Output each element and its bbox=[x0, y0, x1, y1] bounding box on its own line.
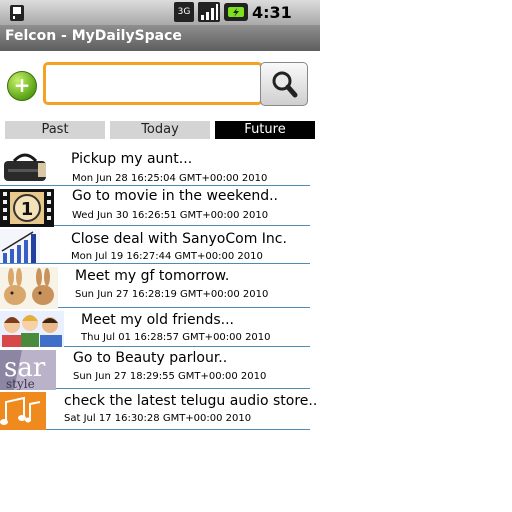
app-title: Felcon - MyDailySpace bbox=[5, 28, 182, 44]
search-input[interactable] bbox=[43, 62, 263, 105]
list-item[interactable]: Pickup my aunt... Mon Jun 28 16:25:04 GM… bbox=[0, 146, 310, 186]
item-title: Meet my old friends... bbox=[81, 312, 235, 328]
svg-text:1: 1 bbox=[21, 199, 34, 220]
network-3g-icon: 3G bbox=[174, 2, 194, 22]
item-title: check the latest telugu audio store.. bbox=[64, 393, 318, 409]
rising-bar-chart-thumbnail bbox=[0, 229, 40, 263]
magnifier-icon bbox=[272, 71, 298, 98]
item-date: Wed Jun 30 16:26:51 GMT+00:00 2010 bbox=[72, 210, 269, 221]
item-date: Sat Jul 17 16:30:28 GMT+00:00 2010 bbox=[64, 413, 252, 424]
item-title: Go to movie in the weekend.. bbox=[72, 188, 279, 204]
item-title: Go to Beauty parlour.. bbox=[73, 350, 228, 366]
search-button[interactable] bbox=[260, 62, 308, 106]
phone-screen: 3G 4:31 PM Felcon - MyDailySpace + Past … bbox=[0, 0, 320, 430]
star-style-magazine-thumbnail: sar style bbox=[0, 350, 56, 390]
signal-strength-icon bbox=[198, 2, 220, 22]
bunnies-thumbnail bbox=[0, 267, 58, 309]
item-date: Sun Jun 27 16:28:19 GMT+00:00 2010 bbox=[75, 289, 269, 300]
status-bar: 3G 4:31 PM bbox=[0, 0, 320, 41]
battery-charging-icon bbox=[224, 3, 248, 21]
list-item[interactable]: check the latest telugu audio store.. Sa… bbox=[0, 389, 317, 430]
tab-past[interactable]: Past bbox=[5, 121, 105, 139]
list-item[interactable]: sar style Go to Beauty parlour.. Sun Jun… bbox=[0, 347, 310, 390]
item-date: Mon Jul 19 16:27:44 GMT+00:00 2010 bbox=[71, 251, 263, 262]
friends-cartoon-thumbnail bbox=[0, 311, 64, 347]
tab-today[interactable]: Today bbox=[110, 121, 210, 139]
item-title: Close deal with SanyoCom Inc. bbox=[71, 231, 287, 247]
list-item[interactable]: 1 Go to movie in the weekend.. Wed Jun 3… bbox=[0, 186, 310, 227]
list-item[interactable]: Close deal with SanyoCom Inc. Mon Jul 19… bbox=[0, 226, 310, 264]
item-date: Sun Jun 27 18:29:55 GMT+00:00 2010 bbox=[73, 371, 267, 382]
plus-icon: + bbox=[13, 73, 31, 97]
music-notes-thumbnail bbox=[0, 392, 46, 430]
app-title-bar: Felcon - MyDailySpace bbox=[0, 25, 320, 51]
list-item[interactable]: Meet my old friends... Thu Jul 01 16:28:… bbox=[0, 308, 310, 347]
handbag-thumbnail bbox=[4, 153, 46, 181]
sd-card-icon bbox=[10, 5, 24, 21]
add-item-button[interactable]: + bbox=[7, 71, 37, 101]
item-date: Mon Jun 28 16:25:04 GMT+00:00 2010 bbox=[72, 173, 268, 184]
item-title: Meet my gf tomorrow. bbox=[75, 268, 230, 284]
tab-future[interactable]: Future bbox=[215, 121, 315, 139]
item-title: Pickup my aunt... bbox=[71, 151, 193, 167]
item-date: Thu Jul 01 16:28:57 GMT+00:00 2010 bbox=[81, 332, 271, 343]
list-item[interactable]: Meet my gf tomorrow. Sun Jun 27 16:28:19… bbox=[0, 264, 310, 309]
film-countdown-thumbnail: 1 bbox=[0, 189, 54, 227]
